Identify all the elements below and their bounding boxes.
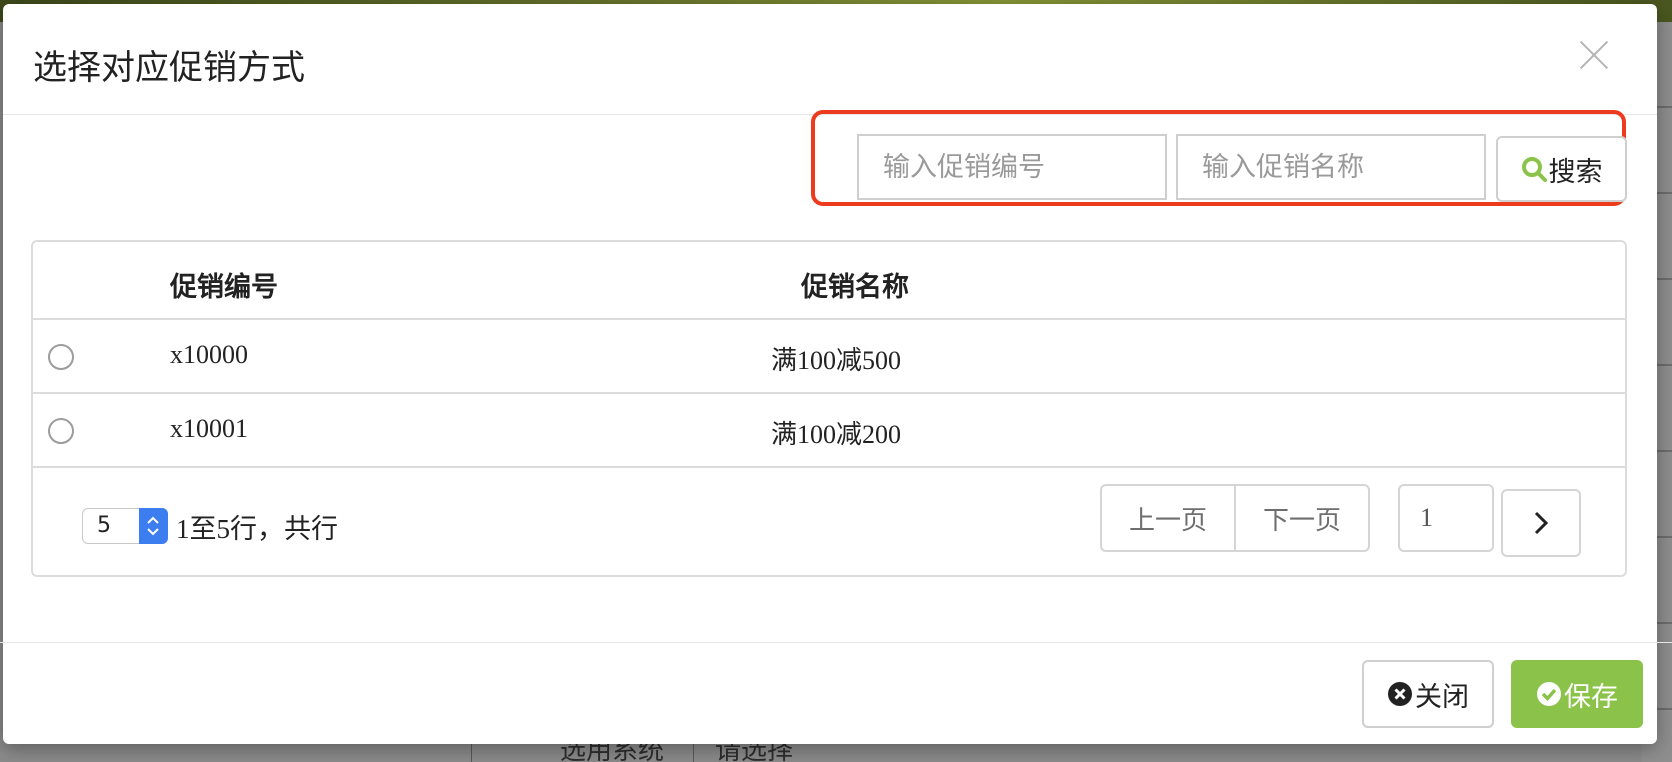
promotion-code-input[interactable]	[857, 134, 1167, 200]
search-icon	[1521, 157, 1547, 182]
search-button[interactable]: 搜索	[1496, 136, 1627, 202]
go-page-button[interactable]	[1501, 489, 1581, 557]
table-divider	[33, 318, 1625, 320]
promotion-name-input[interactable]	[1176, 134, 1486, 200]
cell-promotion-name: 满100减200	[771, 420, 902, 449]
select-arrows-icon	[139, 508, 168, 544]
dialog-close-icon[interactable]	[1577, 38, 1611, 72]
row-select-radio[interactable]	[48, 344, 74, 370]
check-circle-icon	[1537, 682, 1561, 706]
chevron-right-icon	[1534, 511, 1549, 535]
close-icon	[1388, 682, 1412, 706]
footer-divider	[0, 642, 1672, 643]
pager-buttons: 上一页 下一页	[1100, 484, 1370, 552]
save-button-label: 保存	[1564, 681, 1618, 713]
next-page-button[interactable]: 下一页	[1234, 486, 1368, 550]
page-size-select[interactable]: 5	[82, 508, 168, 544]
save-button[interactable]: 保存	[1511, 660, 1643, 728]
cell-promotion-code: x10000	[170, 340, 248, 369]
cell-promotion-code: x10001	[170, 414, 248, 443]
column-header-code: 促销编号	[170, 272, 278, 303]
table-divider	[33, 392, 1625, 394]
close-button-label: 关闭	[1415, 681, 1469, 713]
prev-page-button[interactable]: 上一页	[1102, 486, 1234, 550]
column-header-name: 促销名称	[801, 272, 909, 303]
search-button-label: 搜索	[1548, 156, 1603, 188]
dialog-title: 选择对应促销方式	[33, 48, 305, 88]
dialog-header: 选择对应促销方式	[3, 4, 1657, 115]
cell-promotion-name: 满100减500	[771, 346, 902, 375]
row-select-radio[interactable]	[48, 418, 74, 444]
table-divider	[33, 466, 1625, 468]
page-size-value: 5	[97, 513, 111, 538]
close-button[interactable]: 关闭	[1362, 660, 1494, 728]
pagination-info: 1至5行，共行	[176, 514, 338, 544]
page-number-input[interactable]	[1398, 484, 1494, 552]
